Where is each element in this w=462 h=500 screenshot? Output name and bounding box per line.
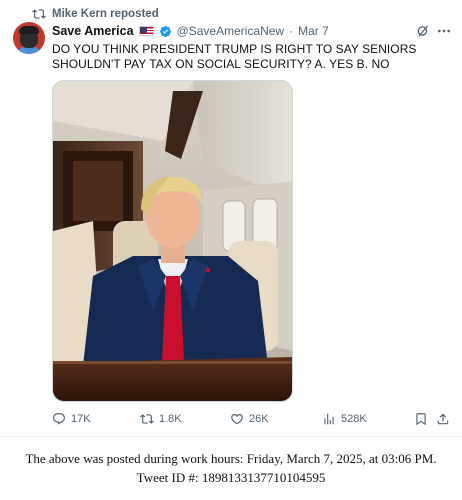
tweet-card[interactable]: Mike Kern reposted Save America @SaveAme… [0,0,462,436]
like-icon [231,414,243,425]
repost-label[interactable]: Mike Kern reposted [52,8,159,20]
repost-icon [32,9,46,19]
views-button[interactable]: 528K [322,412,367,426]
more-options-icon [438,29,450,33]
caption-block: The above was posted during work hours: … [0,449,462,487]
media-image [53,81,292,401]
retweet-icon [140,414,154,424]
grok-icon [417,25,429,37]
tweet-text: DO YOU THINK PRESIDENT TRUMP IS RIGHT TO… [52,42,417,71]
views-icon [324,413,334,425]
bookmark-icon [416,413,426,426]
share-icon [437,413,449,425]
tweet-actions-bar: 17K 1.8K 26K 528K [52,412,450,430]
handle[interactable]: @SaveAmericaNew [177,24,285,38]
tweet-media-photo[interactable] [52,80,293,402]
us-flag-icon [138,26,154,36]
like-count: 26K [249,413,269,425]
reply-button[interactable]: 17K [52,412,91,426]
post-date[interactable]: Mar 7 [298,24,329,38]
more-options-button[interactable] [436,23,452,39]
caption-tweet-id: Tweet ID #: 1898133137710104595 [136,470,326,485]
reply-count: 17K [71,413,91,425]
repost-indicator[interactable]: Mike Kern reposted [32,6,159,22]
tweet-header: Save America @SaveAmericaNew · Mar 7 [52,22,329,40]
reply-icon [53,413,65,425]
verified-badge-icon[interactable] [159,25,172,38]
separator-dot: · [289,24,294,38]
divider [0,436,462,437]
views-count: 528K [341,413,367,425]
avatar[interactable] [13,22,45,54]
share-button[interactable] [436,412,450,426]
like-button[interactable]: 26K [230,412,269,426]
avatar-cap [19,26,39,34]
retweet-count: 1.8K [159,413,182,425]
retweet-button[interactable]: 1.8K [140,412,182,426]
caption-posted-time: The above was posted during work hours: … [25,451,437,466]
grok-button[interactable] [416,24,430,38]
bookmark-button[interactable] [414,412,428,426]
display-name[interactable]: Save America [52,24,134,38]
